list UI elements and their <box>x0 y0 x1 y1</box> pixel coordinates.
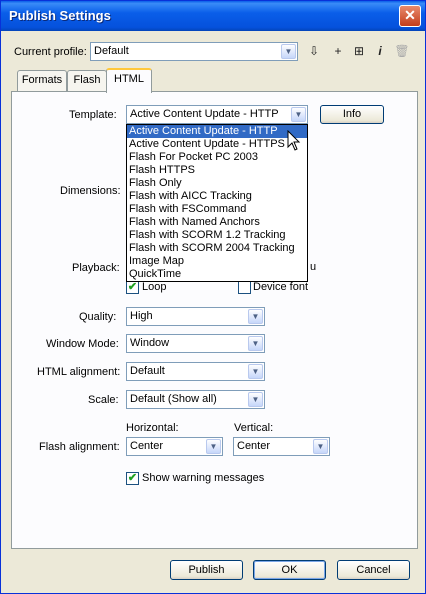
current-profile-value: Default <box>94 45 129 57</box>
scale-select[interactable]: Default (Show all) ▼ <box>126 390 265 409</box>
list-item[interactable]: Flash with Named Anchors <box>127 216 307 229</box>
html-alignment-label: HTML alignment: <box>37 366 121 378</box>
list-item[interactable]: Flash with FSCommand <box>127 203 307 216</box>
template-info-button[interactable]: Info <box>320 105 384 124</box>
scale-value: Default (Show all) <box>130 393 217 405</box>
current-profile-label: Current profile: <box>14 46 87 58</box>
scale-label: Scale: <box>88 394 119 406</box>
cancel-button[interactable]: Cancel <box>337 560 410 580</box>
html-alignment-select[interactable]: Default ▼ <box>126 362 265 381</box>
show-warnings-checkbox[interactable]: ✔ <box>126 472 139 485</box>
window-mode-select[interactable]: Window ▼ <box>126 334 265 353</box>
duplicate-profile-icon[interactable]: ⊞ <box>350 42 368 60</box>
close-button[interactable]: ✕ <box>399 5 421 27</box>
vertical-label: Vertical: <box>234 422 274 434</box>
window-title: Publish Settings <box>9 8 111 23</box>
list-item[interactable]: Active Content Update - HTTPS <box>127 138 307 151</box>
template-dropdown-list[interactable]: Active Content Update - HTTP Active Cont… <box>126 124 308 282</box>
title-bar: Publish Settings ✕ <box>1 1 425 31</box>
list-item[interactable]: Image Map <box>127 255 307 268</box>
loop-checkbox[interactable]: ✔ <box>126 281 139 294</box>
template-select[interactable]: Active Content Update - HTTP ▼ <box>126 105 308 124</box>
tab-flash[interactable]: Flash <box>67 70 107 91</box>
chevron-down-icon[interactable]: ▼ <box>248 364 263 379</box>
list-item[interactable]: QuickTime <box>127 268 307 281</box>
device-font-checkbox[interactable] <box>238 281 251 294</box>
window-mode-value: Window <box>130 337 170 349</box>
vertical-alignment-value: Center <box>237 440 271 452</box>
delete-profile-icon[interactable]: 🗑 <box>393 42 411 60</box>
quality-select[interactable]: High ▼ <box>126 307 265 326</box>
horizontal-alignment-select[interactable]: Center ▼ <box>126 437 223 456</box>
list-item[interactable]: Flash For Pocket PC 2003 <box>127 151 307 164</box>
flash-alignment-label: Flash alignment: <box>39 441 120 453</box>
chevron-down-icon[interactable]: ▼ <box>206 439 221 454</box>
template-value: Active Content Update - HTTP <box>130 108 279 120</box>
chevron-down-icon[interactable]: ▼ <box>248 309 263 324</box>
quality-label: Quality: <box>79 311 117 323</box>
vertical-alignment-select[interactable]: Center ▼ <box>233 437 330 456</box>
playback-partial-text: u <box>310 261 317 273</box>
dimensions-label: Dimensions: <box>60 185 121 197</box>
list-item[interactable]: Flash HTTPS <box>127 164 307 177</box>
ok-button[interactable]: OK <box>253 560 326 580</box>
loop-label: Loop <box>142 281 167 293</box>
list-item[interactable]: Flash Only <box>127 177 307 190</box>
list-item[interactable]: Flash with SCORM 1.2 Tracking <box>127 229 307 242</box>
add-profile-icon[interactable]: + <box>329 42 347 60</box>
current-profile-select[interactable]: Default ▼ <box>90 42 298 61</box>
horizontal-alignment-value: Center <box>130 440 164 452</box>
template-label: Template: <box>69 109 117 121</box>
chevron-down-icon[interactable]: ▼ <box>291 107 306 122</box>
chevron-down-icon[interactable]: ▼ <box>281 44 296 59</box>
list-item[interactable]: Active Content Update - HTTP <box>127 125 307 138</box>
quality-value: High <box>130 310 153 322</box>
chevron-down-icon[interactable]: ▼ <box>248 392 263 407</box>
tab-formats[interactable]: Formats <box>17 70 67 91</box>
publish-button[interactable]: Publish <box>170 560 243 580</box>
mouse-pointer-icon <box>287 130 301 151</box>
tab-html[interactable]: HTML <box>106 68 152 93</box>
window-mode-label: Window Mode: <box>46 338 119 350</box>
chevron-down-icon[interactable]: ▼ <box>248 336 263 351</box>
chevron-down-icon[interactable]: ▼ <box>313 439 328 454</box>
list-item[interactable]: Flash with SCORM 2004 Tracking <box>127 242 307 255</box>
html-alignment-value: Default <box>130 365 165 377</box>
playback-label: Playback: <box>72 262 120 274</box>
list-item[interactable]: Flash with AICC Tracking <box>127 190 307 203</box>
publish-settings-dialog: Publish Settings ✕ Current profile: Defa… <box>0 0 426 594</box>
import-export-icon[interactable]: ⇩ <box>305 42 323 60</box>
profile-info-icon[interactable]: i <box>371 42 389 60</box>
horizontal-label: Horizontal: <box>126 422 179 434</box>
show-warnings-label: Show warning messages <box>142 472 265 484</box>
device-font-label: Device font <box>253 281 309 293</box>
